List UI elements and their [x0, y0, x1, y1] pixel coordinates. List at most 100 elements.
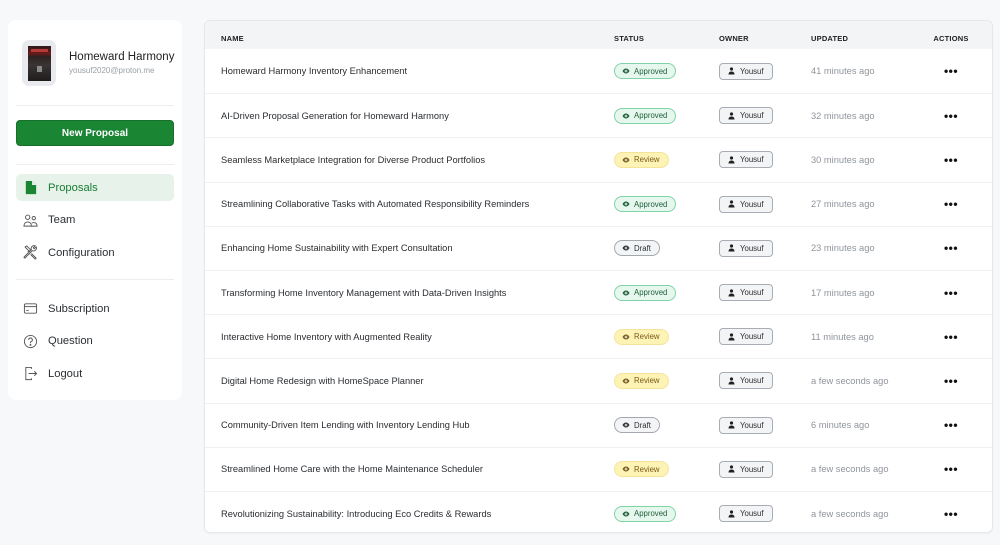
new-proposal-button[interactable]: New Proposal	[16, 120, 174, 146]
status-badge[interactable]: Approved	[614, 284, 677, 301]
person-icon	[728, 67, 735, 75]
status-badge[interactable]: Review	[614, 328, 669, 345]
owner-chip[interactable]: Yousuf	[719, 284, 773, 302]
updated-time: 11 minutes ago	[811, 331, 874, 342]
table-row[interactable]: Transforming Home Inventory Management w…	[205, 270, 992, 314]
status-cell: Review	[614, 460, 669, 478]
avatar[interactable]	[22, 40, 56, 86]
proposal-name[interactable]: Streamlined Home Care with the Home Main…	[221, 464, 483, 474]
owner-chip[interactable]: Yousuf	[719, 328, 773, 346]
sidebar: Homeward Harmony yousuf2020@proton.me Ne…	[8, 20, 182, 400]
status-badge[interactable]: Draft	[614, 417, 660, 434]
column-header-updated[interactable]: UPDATED	[811, 34, 848, 43]
more-actions-icon[interactable]: •••	[933, 110, 969, 122]
table-row[interactable]: Enhancing Home Sustainability with Exper…	[205, 225, 992, 270]
eye-icon	[622, 378, 630, 384]
column-header-name[interactable]: NAME	[221, 34, 244, 43]
proposal-name[interactable]: Streamlining Collaborative Tasks with Au…	[221, 199, 529, 209]
more-actions-icon[interactable]: •••	[933, 375, 969, 387]
table-row[interactable]: Community-Driven Item Lending with Inven…	[205, 402, 992, 447]
status-badge[interactable]: Review	[614, 461, 669, 478]
owner-name: Yousuf	[740, 288, 764, 298]
status-cell: Review	[614, 328, 669, 346]
proposal-name[interactable]: Community-Driven Item Lending with Inven…	[221, 420, 470, 430]
sidebar-item-label: Subscription	[48, 302, 110, 315]
proposal-name[interactable]: Transforming Home Inventory Management w…	[221, 288, 506, 298]
table-row[interactable]: AI-Driven Proposal Generation for Homewa…	[205, 93, 992, 137]
column-header-status[interactable]: STATUS	[614, 34, 644, 43]
owner-cell: Yousuf	[719, 151, 773, 169]
proposal-name[interactable]: Seamless Marketplace Integration for Div…	[221, 155, 485, 165]
profile-name: Homeward Harmony	[69, 50, 175, 63]
proposal-name[interactable]: Homeward Harmony Inventory Enhancement	[221, 66, 407, 76]
sidebar-item-team[interactable]: Team	[16, 207, 174, 234]
primary-nav: Proposals Team Configuration	[16, 174, 174, 272]
question-circle-icon	[22, 333, 38, 349]
more-actions-icon[interactable]: •••	[933, 463, 969, 475]
more-actions-icon[interactable]: •••	[933, 154, 969, 166]
proposal-name[interactable]: Revolutionizing Sustainability: Introduc…	[221, 509, 491, 519]
status-cell: Approved	[614, 505, 677, 523]
sidebar-item-configuration[interactable]: Configuration	[16, 239, 174, 266]
eye-icon	[622, 245, 630, 251]
owner-cell: Yousuf	[719, 416, 773, 434]
proposal-name[interactable]: Enhancing Home Sustainability with Exper…	[221, 243, 453, 253]
status-badge[interactable]: Approved	[614, 63, 677, 80]
eye-icon	[622, 68, 630, 74]
table-row[interactable]: Seamless Marketplace Integration for Div…	[205, 137, 992, 181]
status-cell: Draft	[614, 239, 660, 257]
more-actions-icon[interactable]: •••	[933, 242, 969, 254]
table-row[interactable]: Digital Home Redesign with HomeSpace Pla…	[205, 358, 992, 402]
owner-cell: Yousuf	[719, 328, 773, 346]
profile-email: yousuf2020@proton.me	[69, 65, 155, 75]
status-badge[interactable]: Review	[614, 372, 669, 389]
status-badge[interactable]: Review	[614, 151, 669, 168]
proposal-name[interactable]: AI-Driven Proposal Generation for Homewa…	[221, 111, 449, 121]
more-actions-icon[interactable]: •••	[933, 331, 969, 343]
table-row[interactable]: Streamlining Collaborative Tasks with Au…	[205, 181, 992, 226]
owner-chip[interactable]: Yousuf	[719, 239, 773, 257]
status-badge[interactable]: Draft	[614, 240, 660, 257]
person-icon	[728, 244, 735, 252]
table-row[interactable]: Revolutionizing Sustainability: Introduc…	[205, 491, 992, 532]
owner-chip[interactable]: Yousuf	[719, 505, 773, 523]
owner-cell: Yousuf	[719, 239, 773, 257]
status-badge[interactable]: Approved	[614, 505, 677, 522]
more-actions-icon[interactable]: •••	[933, 65, 969, 77]
more-actions-icon[interactable]: •••	[933, 508, 969, 520]
owner-chip[interactable]: Yousuf	[719, 151, 773, 169]
owner-name: Yousuf	[740, 66, 764, 76]
updated-time: a few seconds ago	[811, 375, 889, 386]
proposals-table: NAME STATUS OWNER UPDATED ACTIONS Homewa…	[204, 20, 993, 533]
proposal-name[interactable]: Interactive Home Inventory with Augmente…	[221, 332, 432, 342]
table-row[interactable]: Homeward Harmony Inventory Enhancement A…	[205, 49, 992, 93]
owner-name: Yousuf	[740, 199, 764, 209]
sidebar-item-question[interactable]: Question	[16, 328, 174, 355]
column-header-owner[interactable]: OWNER	[719, 34, 749, 43]
owner-chip[interactable]: Yousuf	[719, 195, 773, 213]
table-row[interactable]: Interactive Home Inventory with Augmente…	[205, 314, 992, 358]
status-cell: Approved	[614, 284, 677, 302]
status-cell: Approved	[614, 107, 677, 125]
table-row[interactable]: Streamlined Home Care with the Home Main…	[205, 446, 992, 491]
owner-chip[interactable]: Yousuf	[719, 107, 773, 125]
sidebar-item-proposals[interactable]: Proposals	[16, 174, 174, 201]
more-actions-icon[interactable]: •••	[933, 198, 969, 210]
updated-time: 6 minutes ago	[811, 420, 870, 431]
profile[interactable]: Homeward Harmony yousuf2020@proton.me	[22, 40, 174, 86]
status-cell: Review	[614, 372, 669, 390]
more-actions-icon[interactable]: •••	[933, 419, 969, 431]
status-label: Review	[634, 464, 660, 474]
owner-chip[interactable]: Yousuf	[719, 460, 773, 478]
owner-chip[interactable]: Yousuf	[719, 416, 773, 434]
status-badge[interactable]: Approved	[614, 107, 677, 124]
eye-icon	[622, 290, 630, 296]
owner-chip[interactable]: Yousuf	[719, 372, 773, 390]
status-badge[interactable]: Approved	[614, 196, 677, 213]
sidebar-item-subscription[interactable]: Subscription	[16, 295, 174, 322]
sidebar-item-logout[interactable]: Logout	[16, 360, 174, 387]
secondary-nav: Subscription Question Logout	[16, 295, 174, 393]
more-actions-icon[interactable]: •••	[933, 287, 969, 299]
proposal-name[interactable]: Digital Home Redesign with HomeSpace Pla…	[221, 376, 424, 386]
owner-chip[interactable]: Yousuf	[719, 62, 773, 80]
